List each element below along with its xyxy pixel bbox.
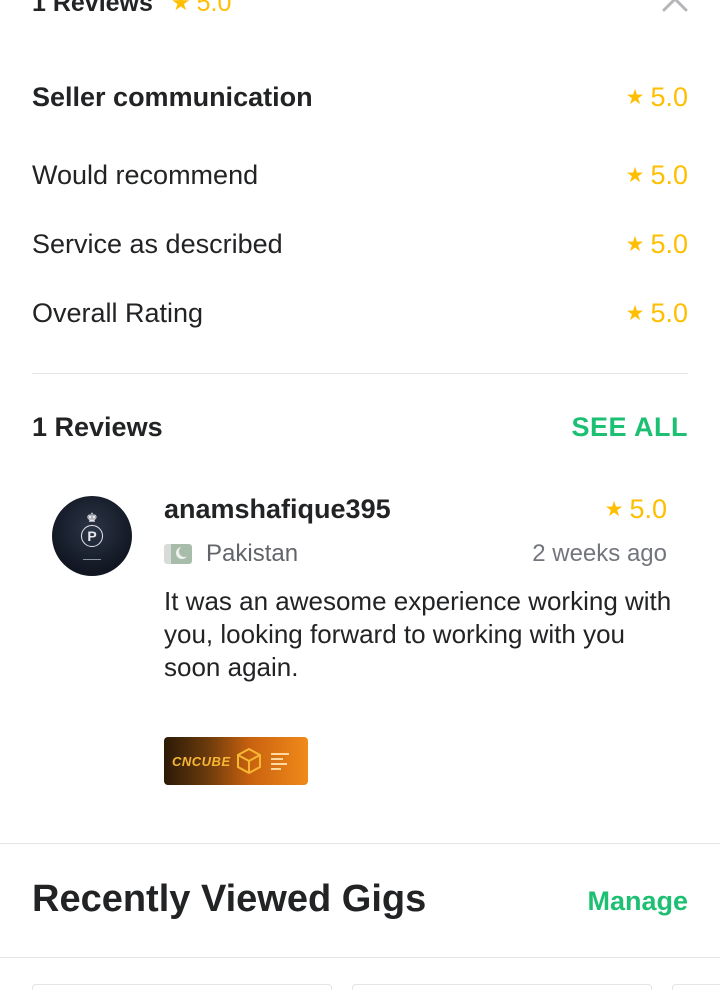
rating-score: ★ 5.0 bbox=[626, 160, 688, 191]
reviewer-username[interactable]: anamshafique395 bbox=[164, 494, 391, 525]
manage-button[interactable]: Manage bbox=[587, 886, 688, 917]
see-all-button[interactable]: SEE ALL bbox=[571, 412, 688, 443]
rating-value: 5.0 bbox=[650, 159, 688, 190]
attachment-brand-text: CNCUBE bbox=[172, 753, 231, 769]
star-icon: ★ bbox=[170, 0, 191, 15]
logo-letter-icon: P bbox=[81, 525, 103, 547]
recently-viewed-title: Recently Viewed Gigs bbox=[32, 878, 427, 920]
star-icon: ★ bbox=[625, 232, 645, 256]
rating-row-service-as-described: Service as described ★ 5.0 bbox=[32, 224, 688, 264]
gig-card[interactable] bbox=[672, 984, 720, 990]
rating-label: Overall Rating bbox=[32, 297, 204, 328]
rating-score: ★ 5.0 bbox=[626, 298, 688, 329]
rating-row-overall-rating: Overall Rating ★ 5.0 bbox=[32, 293, 688, 333]
rating-value: 5.0 bbox=[650, 297, 688, 328]
star-icon: ★ bbox=[625, 85, 645, 109]
review-attachment-thumbnail[interactable]: CNCUBE bbox=[164, 737, 308, 785]
rating-score: ★ 5.0 bbox=[626, 82, 688, 113]
pakistan-flag-icon bbox=[164, 544, 192, 564]
reviews-count: 1 Reviews bbox=[32, 0, 153, 17]
rating-row-would-recommend: Would recommend ★ 5.0 bbox=[32, 155, 688, 195]
rating-value: 5.0 bbox=[650, 81, 688, 112]
close-icon[interactable] bbox=[660, 0, 690, 14]
rating-label: Service as described bbox=[32, 228, 283, 259]
rating-label: Seller communication bbox=[32, 81, 313, 112]
country-name: Pakistan bbox=[206, 540, 299, 567]
overall-score: 5.0 bbox=[196, 0, 232, 17]
reviews-section-title: 1 Reviews bbox=[32, 411, 163, 442]
rating-score: ★ 5.0 bbox=[626, 229, 688, 260]
cube-icon bbox=[236, 748, 261, 774]
reviews-header: 1 Reviews ★ 5.0 bbox=[32, 0, 231, 18]
reviewer-country: Pakistan bbox=[164, 540, 298, 568]
rating-value: 5.0 bbox=[650, 228, 688, 259]
review-comment: It was an awesome experience working wit… bbox=[164, 586, 672, 682]
review-score-value: 5.0 bbox=[629, 494, 667, 524]
section-divider bbox=[0, 843, 720, 844]
star-icon: ★ bbox=[625, 163, 645, 187]
review-time: 2 weeks ago bbox=[532, 540, 667, 567]
crest-icon: ♚ bbox=[86, 510, 98, 525]
reviews-section-header: 1 Reviews SEE ALL bbox=[32, 408, 688, 446]
section-divider bbox=[0, 957, 720, 958]
star-icon: ★ bbox=[625, 301, 645, 325]
gig-card[interactable] bbox=[32, 984, 332, 990]
gig-card[interactable] bbox=[352, 984, 652, 990]
attachment-decoration bbox=[270, 752, 289, 770]
star-icon: ★ bbox=[604, 498, 624, 521]
avatar-logo-script bbox=[83, 550, 101, 560]
avatar[interactable]: ♚ P bbox=[52, 496, 132, 576]
review-score: ★ 5.0 bbox=[605, 494, 667, 525]
rating-row-seller-communication: Seller communication ★ 5.0 bbox=[32, 77, 688, 117]
rating-label: Would recommend bbox=[32, 159, 259, 190]
divider bbox=[32, 373, 688, 374]
